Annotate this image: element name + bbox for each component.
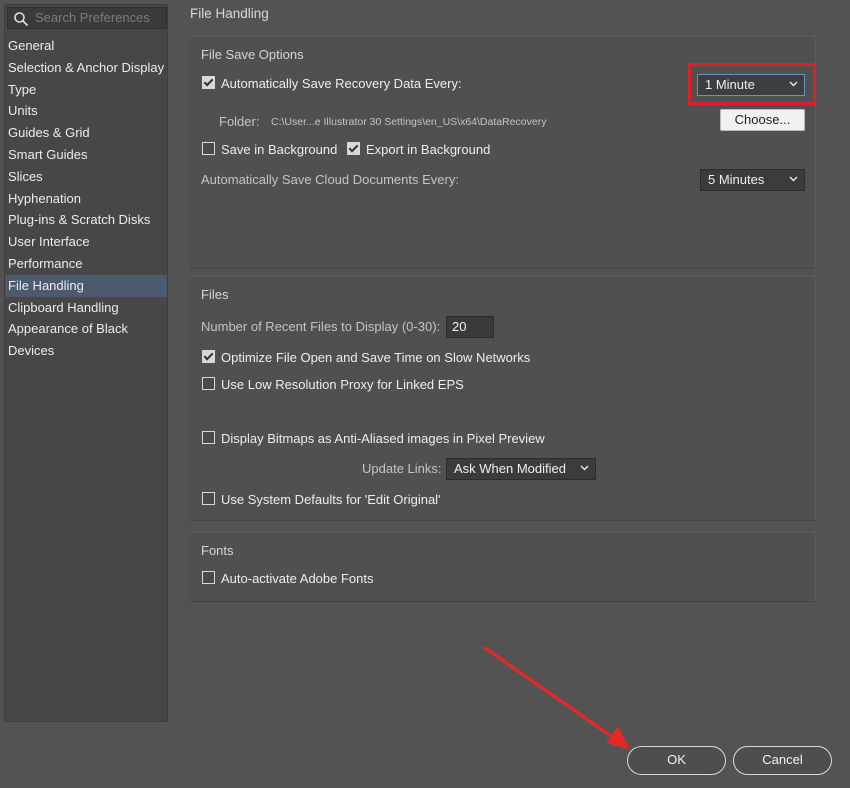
- low-res-proxy-label: Use Low Resolution Proxy for Linked EPS: [221, 377, 464, 392]
- file-save-options-title: File Save Options: [201, 47, 304, 62]
- auto-save-recovery-checkbox[interactable]: [202, 76, 215, 89]
- sidebar-item-performance[interactable]: Performance: [5, 253, 167, 275]
- sidebar-item-file-handling[interactable]: File Handling: [5, 274, 167, 297]
- export-in-background-row: Export in Background: [347, 142, 490, 157]
- anti-aliased-bitmaps-label: Display Bitmaps as Anti-Aliased images i…: [221, 431, 545, 446]
- optimize-label: Optimize File Open and Save Time on Slow…: [221, 350, 531, 365]
- sidebar-item-plugins-scratch-disks[interactable]: Plug-ins & Scratch Disks: [5, 209, 167, 231]
- sidebar-item-general[interactable]: General: [5, 35, 167, 57]
- sidebar-item-selection-anchor-display[interactable]: Selection & Anchor Display: [5, 57, 167, 79]
- preferences-sidebar: Search Preferences General Selection & A…: [4, 4, 168, 722]
- search-icon: [14, 12, 29, 27]
- cloud-save-interval-select[interactable]: 5 Minutes: [700, 169, 805, 191]
- optimize-checkbox[interactable]: [202, 350, 215, 363]
- sidebar-item-appearance-of-black[interactable]: Appearance of Black: [5, 318, 167, 340]
- auto-activate-fonts-checkbox[interactable]: [202, 571, 215, 584]
- sidebar-item-smart-guides[interactable]: Smart Guides: [5, 144, 167, 166]
- red-arrow-annotation: [483, 646, 630, 750]
- system-defaults-checkbox[interactable]: [202, 492, 215, 505]
- anti-aliased-bitmaps-row: Display Bitmaps as Anti-Aliased images i…: [202, 431, 545, 446]
- auto-save-recovery-label: Automatically Save Recovery Data Every:: [221, 76, 462, 91]
- sidebar-item-user-interface[interactable]: User Interface: [5, 231, 167, 253]
- folder-path: C:\User...e Illustrator 30 Settings\en_U…: [271, 116, 547, 128]
- update-links-label: Update Links:: [362, 461, 442, 476]
- export-in-background-checkbox[interactable]: [347, 142, 360, 155]
- cancel-button[interactable]: Cancel: [733, 746, 832, 775]
- sidebar-item-guides-grid[interactable]: Guides & Grid: [5, 122, 167, 144]
- low-res-proxy-checkbox[interactable]: [202, 377, 215, 390]
- choose-folder-button[interactable]: Choose...: [720, 109, 805, 131]
- auto-activate-fonts-label: Auto-activate Adobe Fonts: [221, 571, 374, 586]
- optimize-row: Optimize File Open and Save Time on Slow…: [202, 350, 530, 365]
- highlight-annotation-box: [688, 63, 816, 105]
- sidebar-item-devices[interactable]: Devices: [5, 340, 167, 362]
- sidebar-item-type[interactable]: Type: [5, 79, 167, 101]
- category-list: General Selection & Anchor Display Type …: [5, 35, 167, 362]
- panel-title: File Handling: [190, 6, 269, 21]
- sidebar-item-hyphenation[interactable]: Hyphenation: [5, 188, 167, 210]
- auto-save-recovery-row: Automatically Save Recovery Data Every:: [202, 76, 462, 91]
- cloud-save-interval-value: 5 Minutes: [708, 172, 765, 187]
- recent-files-input[interactable]: 20: [446, 316, 494, 338]
- files-title: Files: [201, 287, 229, 302]
- recent-files-label: Number of Recent Files to Display (0-30)…: [201, 319, 441, 334]
- auto-activate-fonts-row: Auto-activate Adobe Fonts: [202, 571, 373, 586]
- save-in-background-row: Save in Background: [202, 142, 337, 157]
- search-placeholder: Search Preferences: [35, 10, 150, 25]
- chevron-down-icon: [789, 176, 798, 182]
- anti-aliased-bitmaps-checkbox[interactable]: [202, 431, 215, 444]
- files-group: Files Number of Recent Files to Display …: [190, 276, 816, 521]
- export-in-background-label: Export in Background: [366, 142, 491, 157]
- search-preferences-field[interactable]: Search Preferences: [7, 7, 167, 29]
- chevron-down-icon: [580, 465, 589, 471]
- cloud-save-label: Automatically Save Cloud Documents Every…: [201, 172, 459, 187]
- system-defaults-label: Use System Defaults for 'Edit Original': [221, 492, 441, 507]
- fonts-title: Fonts: [201, 543, 234, 558]
- update-links-select[interactable]: Ask When Modified: [446, 458, 596, 480]
- update-links-value: Ask When Modified: [454, 461, 566, 476]
- fonts-group: Fonts Auto-activate Adobe Fonts: [190, 532, 816, 602]
- save-in-background-checkbox[interactable]: [202, 142, 215, 155]
- system-defaults-row: Use System Defaults for 'Edit Original': [202, 492, 441, 507]
- sidebar-item-slices[interactable]: Slices: [5, 166, 167, 188]
- low-res-proxy-row: Use Low Resolution Proxy for Linked EPS: [202, 377, 464, 392]
- save-in-background-label: Save in Background: [221, 142, 338, 157]
- sidebar-item-units[interactable]: Units: [5, 100, 167, 122]
- sidebar-item-clipboard-handling[interactable]: Clipboard Handling: [5, 297, 167, 319]
- ok-button[interactable]: OK: [627, 746, 726, 775]
- folder-label: Folder:: [219, 114, 260, 129]
